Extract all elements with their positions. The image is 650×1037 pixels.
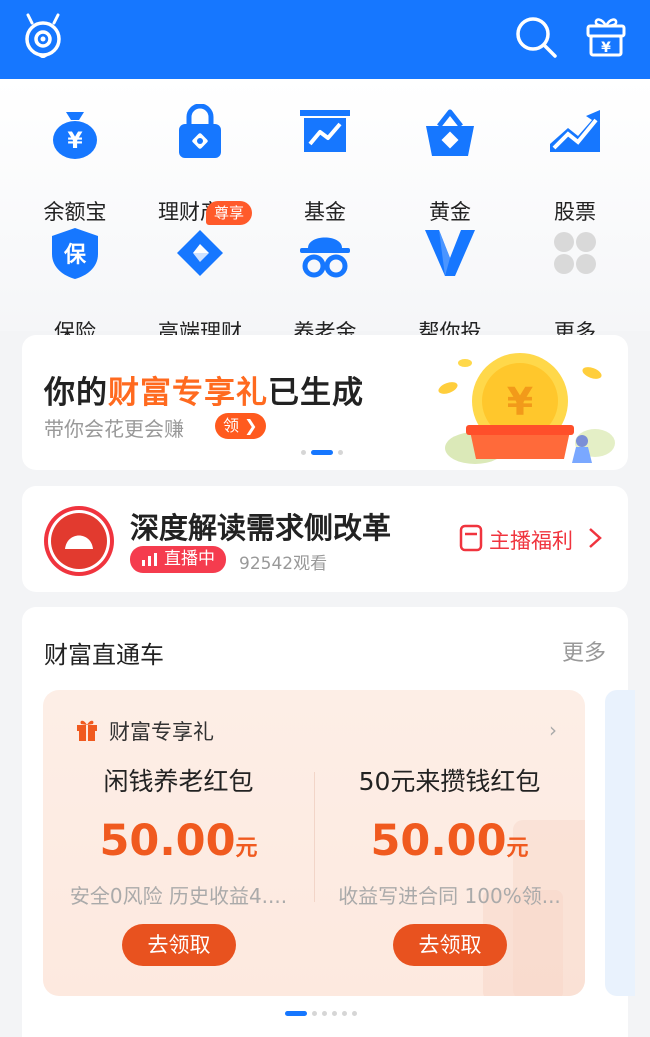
pagination-dot bbox=[338, 450, 343, 455]
fund-chart-icon bbox=[296, 104, 354, 162]
offer-title: 闲钱养老红包 bbox=[103, 767, 254, 796]
menu-item-stocks[interactable]: 股票 bbox=[520, 104, 630, 224]
gold-basket-icon bbox=[421, 104, 479, 162]
banner-title-prefix: 你的 bbox=[44, 375, 108, 411]
top-bar: ¥ bbox=[0, 0, 650, 79]
menu-label: 基金 bbox=[304, 200, 346, 224]
menu-item-pension[interactable]: 养老金 bbox=[270, 224, 380, 344]
banner-title-suffix: 已生成 bbox=[268, 375, 364, 411]
yen-gift-icon[interactable]: ¥ bbox=[585, 14, 627, 58]
pagination-dot bbox=[342, 1011, 347, 1016]
live-status-badge: 直播中 bbox=[130, 546, 226, 573]
menu-item-premium-wealth[interactable]: 高端理财 尊享 bbox=[145, 201, 255, 344]
more-link[interactable]: 更多 bbox=[562, 635, 606, 667]
pagination-dot bbox=[312, 1011, 317, 1016]
pagination-dot bbox=[322, 1011, 327, 1016]
menu-item-yuebao[interactable]: ¥ 余额宝 bbox=[20, 104, 130, 224]
gift-card-header: 财富专享礼 bbox=[109, 720, 214, 744]
menu-item-more[interactable]: 更多 bbox=[520, 224, 630, 344]
insurance-shield-icon: 保 bbox=[46, 224, 104, 282]
view-count: 92542观看 bbox=[239, 554, 328, 574]
next-card-peek[interactable] bbox=[605, 690, 635, 996]
wealth-express-section: 财富直通车 更多 财富专享礼 › 闲钱养老红包 50.00元 安全0风险 历史收… bbox=[22, 607, 635, 1037]
menu-item-help-invest[interactable]: 帮你投 bbox=[395, 224, 505, 344]
amount-value: 50.00 bbox=[99, 816, 236, 866]
menu-label: 余额宝 bbox=[43, 200, 107, 224]
more-grid-icon bbox=[546, 224, 604, 282]
offer-amount: 50.00元 bbox=[314, 816, 585, 866]
service-grid: ¥ 余额宝 理财产品 基金 黄金 股票 保 保险 高端理财 尊享 养老金 帮你投… bbox=[0, 79, 650, 344]
live-badge-label: 直播中 bbox=[164, 549, 215, 569]
offer-pension-red-packet: 闲钱养老红包 50.00元 安全0风险 历史收益4.... bbox=[43, 762, 314, 909]
banner-title: 你的财富专享礼已生成 bbox=[44, 367, 364, 412]
banner-subtitle: 带你会花更会赚 bbox=[44, 417, 184, 441]
gold-coin-illustration: ¥ bbox=[438, 353, 615, 464]
chevron-right-icon[interactable]: › bbox=[549, 718, 557, 742]
claim-offer-button[interactable]: 去领取 bbox=[122, 924, 236, 966]
offer-title: 50元来攒钱红包 bbox=[358, 767, 541, 796]
menu-label: 股票 bbox=[554, 200, 596, 224]
svg-text:¥: ¥ bbox=[67, 129, 83, 154]
menu-label: 黄金 bbox=[429, 200, 471, 224]
claim-button-label: 领 bbox=[223, 416, 240, 435]
pagination-dot bbox=[352, 1011, 357, 1016]
host-benefit-link[interactable]: 主播福利 bbox=[489, 525, 573, 555]
gift-box-icon bbox=[77, 720, 97, 741]
exclusive-gift-card[interactable]: 财富专享礼 › 闲钱养老红包 50.00元 安全0风险 历史收益4.... 50… bbox=[43, 690, 585, 996]
pagination-dot-active bbox=[311, 450, 333, 455]
pagination-dot-active bbox=[285, 1011, 307, 1016]
offer-saving-red-packet: 50元来攒钱红包 50.00元 收益写进合同 100%领... bbox=[314, 762, 585, 909]
host-benefit-icon bbox=[459, 524, 483, 552]
svg-text:¥: ¥ bbox=[507, 380, 533, 424]
v-logo-icon bbox=[421, 224, 479, 282]
svg-text:保: 保 bbox=[63, 243, 87, 268]
pagination-dot bbox=[332, 1011, 337, 1016]
pagination-dot bbox=[301, 450, 306, 455]
yen-bag-icon: ¥ bbox=[46, 104, 104, 162]
amount-value: 50.00 bbox=[370, 816, 507, 866]
menu-item-insurance[interactable]: 保 保险 bbox=[20, 224, 130, 344]
chevron-right-icon[interactable] bbox=[587, 526, 603, 550]
claim-button[interactable]: 领 ❯ bbox=[215, 413, 266, 439]
live-bars-icon bbox=[142, 553, 157, 566]
live-title: 深度解读需求侧改革 bbox=[130, 511, 392, 545]
svg-text:¥: ¥ bbox=[601, 40, 611, 56]
search-icon[interactable] bbox=[514, 15, 558, 59]
amount-unit: 元 bbox=[235, 836, 258, 861]
live-stream-card[interactable]: 深度解读需求侧改革 直播中 92542观看 主播福利 bbox=[22, 486, 628, 592]
amount-unit: 元 bbox=[506, 836, 529, 861]
host-avatar bbox=[44, 506, 114, 576]
pension-hat-icon bbox=[296, 224, 354, 282]
offer-description: 收益写进合同 100%领... bbox=[338, 884, 561, 908]
menu-item-gold[interactable]: 黄金 bbox=[395, 104, 505, 224]
wealth-gift-banner[interactable]: 你的财富专享礼已生成 带你会花更会赚 领 ❯ ¥ bbox=[22, 335, 628, 470]
claim-offer-button[interactable]: 去领取 bbox=[393, 924, 507, 966]
exclusive-badge: 尊享 bbox=[206, 201, 253, 225]
offer-amount: 50.00元 bbox=[43, 816, 314, 866]
menu-item-fund[interactable]: 基金 bbox=[270, 104, 380, 224]
menu-item-wealth-products[interactable]: 理财产品 bbox=[145, 104, 255, 224]
mascot-logo-icon[interactable] bbox=[22, 12, 64, 58]
carousel-pagination bbox=[285, 1011, 357, 1016]
diamond-icon bbox=[171, 224, 229, 282]
stock-trend-icon bbox=[546, 104, 604, 162]
offer-description: 安全0风险 历史收益4.... bbox=[69, 884, 288, 908]
lock-bag-icon bbox=[171, 104, 229, 162]
banner-title-highlight: 财富专享礼 bbox=[108, 375, 268, 411]
section-title: 财富直通车 bbox=[44, 641, 164, 669]
banner-pagination bbox=[301, 450, 343, 455]
